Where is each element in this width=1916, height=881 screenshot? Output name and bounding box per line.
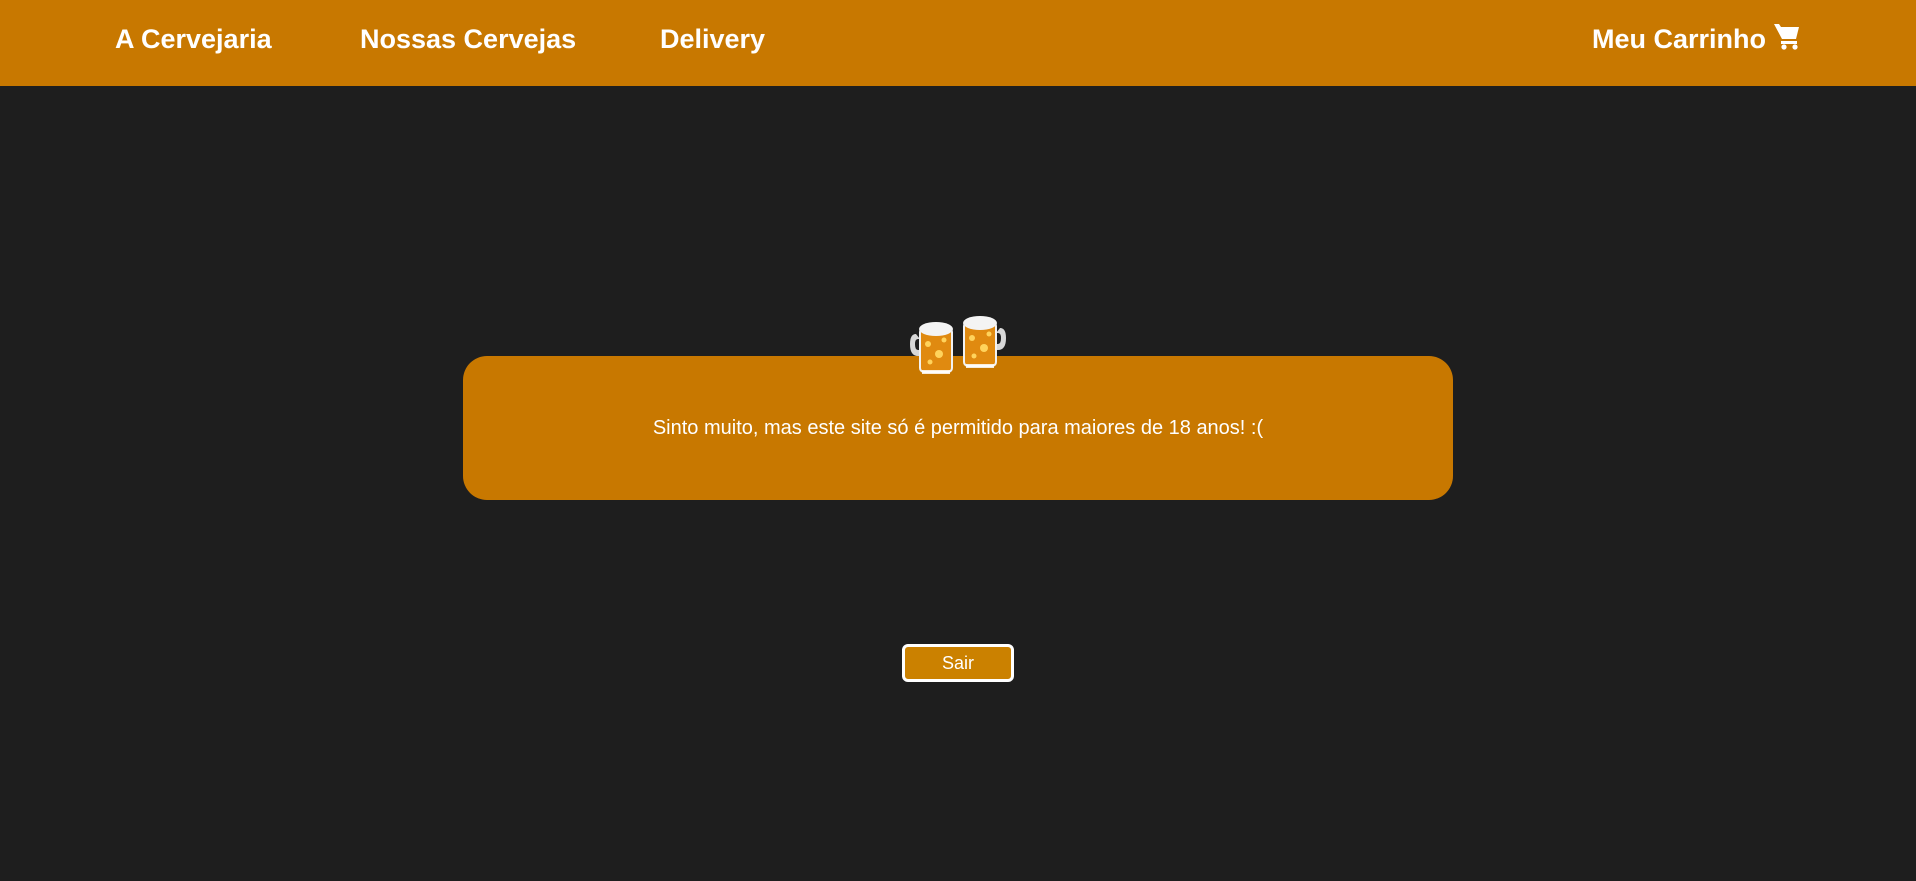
- exit-button[interactable]: Sair: [902, 644, 1014, 682]
- nav-link-delivery[interactable]: Delivery: [660, 24, 765, 55]
- nav-link-nossas-cervejas[interactable]: Nossas Cervejas: [360, 24, 576, 55]
- nav-link-a-cervejaria[interactable]: A Cervejaria: [115, 24, 272, 55]
- cart-label: Meu Carrinho: [1591, 24, 1766, 54]
- cart-link[interactable]: Meu Carrinho: [1591, 21, 1801, 55]
- beer-mugs-icon: [910, 310, 1006, 378]
- shopping-cart-icon: [1773, 21, 1801, 51]
- top-nav-bar: A Cervejaria Nossas Cervejas Delivery Me…: [0, 0, 1916, 86]
- age-restriction-message: Sinto muito, mas este site só é permitid…: [652, 416, 1264, 439]
